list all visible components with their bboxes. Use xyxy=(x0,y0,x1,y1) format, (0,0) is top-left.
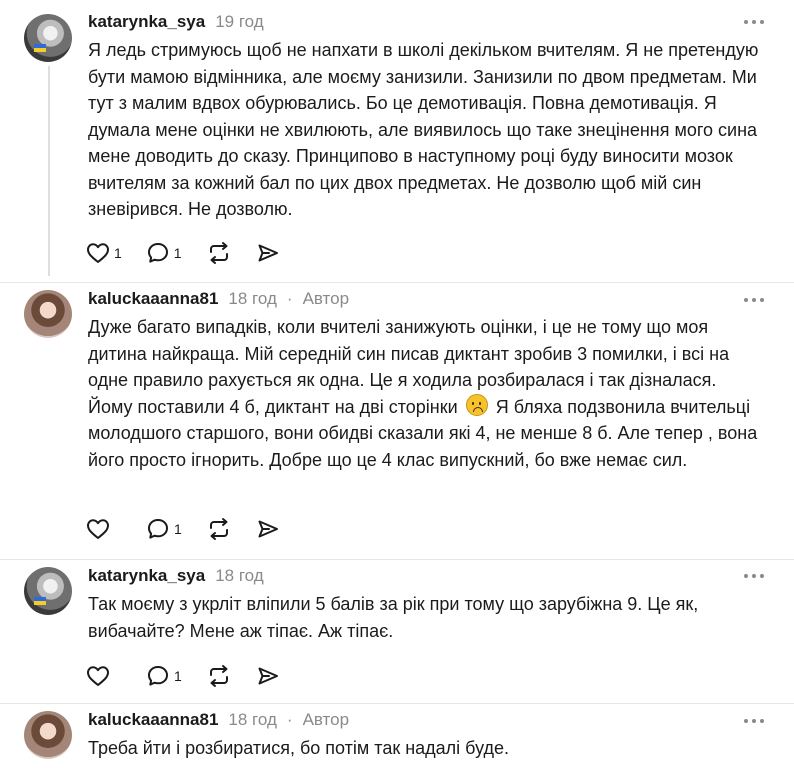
repost-arrows-icon xyxy=(209,518,228,540)
comment-bubble-icon xyxy=(148,519,168,539)
like-count: 1 xyxy=(114,245,122,261)
comment-text: Так моєму з укрліт вліпили 5 балів за рі… xyxy=(88,594,699,641)
more-options-button[interactable] xyxy=(742,12,766,32)
ukraine-flag-icon xyxy=(34,597,46,605)
author-badge: Автор xyxy=(302,289,350,308)
more-horizontal-icon xyxy=(744,574,764,578)
more-options-button[interactable] xyxy=(742,711,766,731)
like-button[interactable]: 1 xyxy=(86,238,122,268)
reply-count: 1 xyxy=(173,245,182,261)
repost-button[interactable] xyxy=(206,661,232,691)
comment-bubble-icon xyxy=(148,666,168,686)
reply-count: 1 xyxy=(174,668,182,684)
repost-button[interactable] xyxy=(206,238,232,268)
username[interactable]: katarynka_sya xyxy=(88,12,205,32)
share-button[interactable] xyxy=(256,661,280,691)
more-options-button[interactable] xyxy=(742,290,766,310)
timestamp[interactable]: 19 год xyxy=(215,12,263,32)
like-button[interactable] xyxy=(86,661,114,691)
more-options-button[interactable] xyxy=(742,566,766,586)
avatar[interactable] xyxy=(24,14,72,62)
share-button[interactable] xyxy=(256,238,280,268)
separator-dot: · xyxy=(286,710,293,729)
more-horizontal-icon xyxy=(744,298,764,302)
timestamp[interactable]: 18 год xyxy=(215,566,263,586)
send-arrow-icon xyxy=(258,667,278,685)
frowning-face-emoji-icon xyxy=(465,393,488,416)
divider xyxy=(0,282,794,283)
send-arrow-icon xyxy=(258,244,278,262)
heart-icon xyxy=(87,666,109,686)
username[interactable]: katarynka_sya xyxy=(88,566,205,586)
avatar[interactable] xyxy=(24,711,72,759)
username[interactable]: kaluckaaanna81 xyxy=(88,289,218,309)
comment-text: Дуже багато випадків, коли вчителі заниж… xyxy=(88,314,763,473)
divider xyxy=(0,703,794,704)
repost-arrows-icon xyxy=(209,665,228,687)
comment-text: Я ледь стримуюсь щоб не напхати в школі … xyxy=(88,40,759,219)
more-horizontal-icon xyxy=(744,20,764,24)
repost-button[interactable] xyxy=(206,514,232,544)
reply-button[interactable]: 1 xyxy=(146,661,182,691)
comment-bubble-icon xyxy=(147,243,168,263)
reply-count: 1 xyxy=(174,521,182,537)
separator-dot: · xyxy=(286,289,293,308)
username[interactable]: kaluckaaanna81 xyxy=(88,710,218,730)
avatar[interactable] xyxy=(24,290,72,338)
timestamp[interactable]: 18 год xyxy=(228,710,276,730)
reply-button[interactable]: 1 xyxy=(146,514,182,544)
heart-icon xyxy=(87,519,109,539)
author-badge: Автор xyxy=(302,710,350,729)
share-button[interactable] xyxy=(256,514,280,544)
heart-icon xyxy=(87,243,109,263)
repost-arrows-icon xyxy=(209,242,228,264)
reply-button[interactable]: 1 xyxy=(146,238,182,268)
thread-line xyxy=(48,66,50,276)
send-arrow-icon xyxy=(258,520,278,538)
divider xyxy=(0,559,794,560)
ukraine-flag-icon xyxy=(34,44,46,52)
avatar[interactable] xyxy=(24,567,72,615)
timestamp[interactable]: 18 год xyxy=(228,289,276,309)
comment-text: Треба йти і розбиратися, бо потім так на… xyxy=(88,738,510,758)
like-button[interactable] xyxy=(86,514,114,544)
more-horizontal-icon xyxy=(744,719,764,723)
